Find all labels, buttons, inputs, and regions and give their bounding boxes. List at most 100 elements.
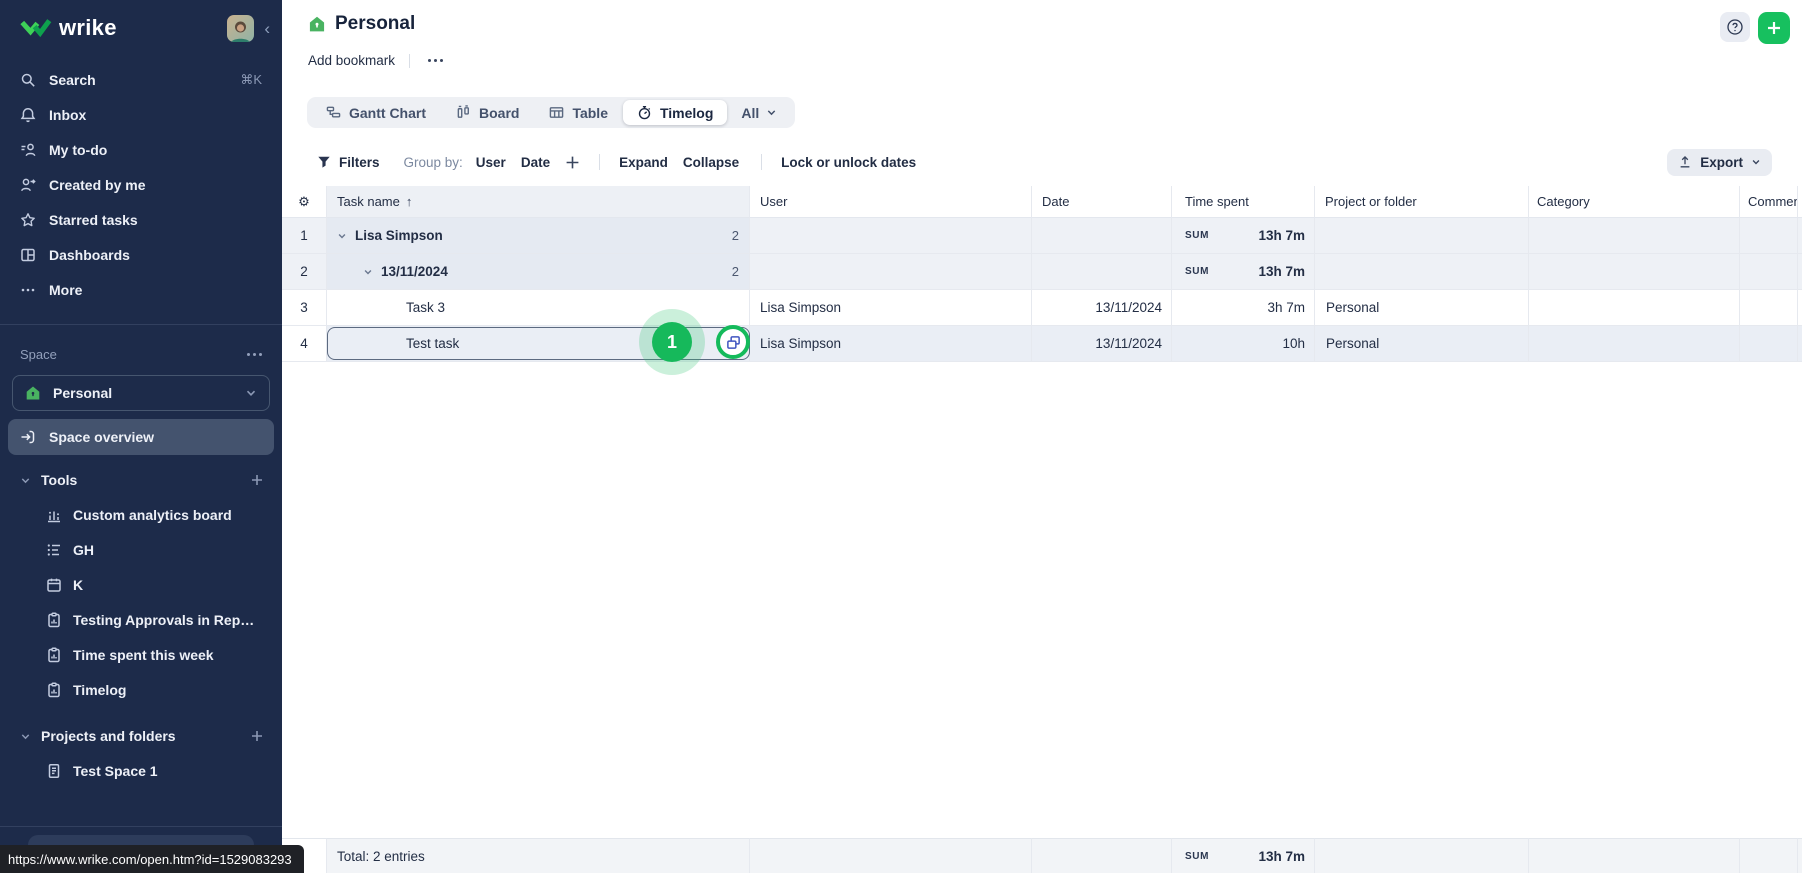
top-actions <box>1720 12 1790 44</box>
cell-category[interactable] <box>1529 290 1740 326</box>
cell-date[interactable]: 13/11/2024 <box>1032 290 1172 326</box>
cell-project[interactable] <box>1315 218 1529 254</box>
sidebar-item-label: Space overview <box>49 429 154 445</box>
sidebar-item-test-space-1[interactable]: Test Space 1 <box>0 753 282 788</box>
column-header-category[interactable]: Category <box>1529 186 1740 218</box>
cell-comment[interactable] <box>1740 326 1798 362</box>
cell-project[interactable] <box>1315 254 1529 290</box>
tab-filter-all[interactable]: All <box>727 105 791 121</box>
column-header-date[interactable]: Date <box>1032 186 1172 218</box>
cell-project[interactable]: Personal <box>1315 290 1529 326</box>
tools-section-header[interactable]: Tools <box>0 463 282 497</box>
sidebar-item-k[interactable]: K <box>0 567 282 602</box>
tab-label: Timelog <box>660 105 713 121</box>
export-button[interactable]: Export <box>1667 149 1772 176</box>
column-header-time-spent[interactable]: Time spent <box>1172 186 1315 218</box>
collapse-button[interactable]: Collapse <box>683 155 739 170</box>
space-section-label: Space <box>20 347 57 362</box>
column-header-project[interactable]: Project or folder <box>1315 186 1529 218</box>
cell-user[interactable] <box>750 218 1032 254</box>
cell-category[interactable] <box>1529 218 1740 254</box>
cell-comment[interactable] <box>1740 218 1798 254</box>
column-header-comment[interactable]: Comment <box>1740 186 1798 218</box>
tab-table[interactable]: Table <box>534 97 623 128</box>
add-bookmark-button[interactable]: Add bookmark <box>308 53 395 68</box>
cell-date[interactable] <box>1032 218 1172 254</box>
add-tool-icon[interactable] <box>250 473 264 487</box>
sidebar-item-my-todo[interactable]: My to-do <box>0 132 282 167</box>
report-icon <box>46 682 62 698</box>
sidebar-item-created-by-me[interactable]: Created by me <box>0 167 282 202</box>
projects-section-header[interactable]: Projects and folders <box>0 719 282 753</box>
sidebar-item-dashboards[interactable]: Dashboards <box>0 237 282 272</box>
column-label: Time spent <box>1185 194 1249 209</box>
cell-comment[interactable] <box>1740 254 1798 290</box>
cell-comment[interactable] <box>1740 290 1798 326</box>
expand-button[interactable]: Expand <box>619 155 668 170</box>
header-more-icon[interactable] <box>424 55 447 66</box>
cell-time[interactable]: 10h <box>1172 326 1315 362</box>
cell-date[interactable]: 13/11/2024 <box>1032 326 1172 362</box>
projects-section-label: Projects and folders <box>41 728 176 744</box>
sidebar-item-inbox[interactable]: Inbox <box>0 97 282 132</box>
group-by-date-button[interactable]: Date <box>521 155 550 170</box>
table-settings-button[interactable]: ⚙ <box>282 186 327 218</box>
export-label: Export <box>1700 155 1743 170</box>
sidebar-item-starred-tasks[interactable]: Starred tasks <box>0 202 282 237</box>
group-cell-user[interactable]: Lisa Simpson 2 <box>327 218 750 254</box>
cell-project[interactable]: Personal <box>1315 326 1529 362</box>
user-avatar[interactable] <box>227 15 254 42</box>
column-label: Comment <box>1748 194 1798 209</box>
sidebar-item-gh[interactable]: GH <box>0 532 282 567</box>
space-selector[interactable]: Personal <box>12 375 270 411</box>
space-more-icon[interactable] <box>247 353 262 356</box>
tab-timelog[interactable]: Timelog <box>623 100 727 125</box>
bookmark-row: Add bookmark <box>308 53 447 68</box>
table-row-task-3[interactable]: 3 Task 3 Lisa Simpson 13/11/2024 3h 7m P… <box>282 290 1802 326</box>
cell-category[interactable] <box>1529 254 1740 290</box>
tab-board[interactable]: Board <box>441 97 534 128</box>
sidebar-item-custom-analytics-board[interactable]: Custom analytics board <box>0 497 282 532</box>
stopwatch-icon <box>637 105 652 120</box>
cell-date[interactable] <box>1032 254 1172 290</box>
column-header-task-name[interactable]: Task name ↑ <box>327 186 750 218</box>
table-row-group-user[interactable]: 1 Lisa Simpson 2 SUM 13h 7m <box>282 218 1802 254</box>
sidebar-item-space-overview[interactable]: Space overview <box>8 419 274 455</box>
lock-unlock-dates-button[interactable]: Lock or unlock dates <box>781 155 916 170</box>
wrike-logo[interactable]: wrike <box>20 15 117 41</box>
cell-user[interactable]: Lisa Simpson <box>750 326 1032 362</box>
cell-user[interactable]: Lisa Simpson <box>750 290 1032 326</box>
table-row-group-date[interactable]: 2 13/11/2024 2 SUM 13h 7m <box>282 254 1802 290</box>
cell-category[interactable] <box>1529 326 1740 362</box>
group-by-user-button[interactable]: User <box>476 155 506 170</box>
task-name: Test task <box>406 336 459 351</box>
sidebar-item-timelog[interactable]: Timelog <box>0 672 282 707</box>
sidebar-item-testing-approvals[interactable]: Testing Approvals in Rep… <box>0 602 282 637</box>
sidebar-collapse-icon[interactable]: ‹ <box>264 20 270 37</box>
tab-gantt-chart[interactable]: Gantt Chart <box>311 97 441 128</box>
filters-button[interactable]: Filters <box>317 155 380 170</box>
column-header-user[interactable]: User <box>750 186 1032 218</box>
sidebar-item-search[interactable]: Search ⌘K <box>0 62 282 97</box>
cell-time[interactable]: 3h 7m <box>1172 290 1315 326</box>
divider <box>599 154 600 170</box>
column-label: User <box>760 194 787 209</box>
sidebar-item-more[interactable]: More <box>0 272 282 307</box>
chevron-down-icon[interactable] <box>337 231 347 241</box>
group-name: Lisa Simpson <box>355 228 443 243</box>
add-grouping-icon[interactable] <box>565 155 580 170</box>
sidebar-item-time-spent-this-week[interactable]: Time spent this week <box>0 637 282 672</box>
cell-user[interactable] <box>750 254 1032 290</box>
open-in-new-window-button[interactable] <box>716 325 750 359</box>
project-name: Personal <box>1326 336 1379 351</box>
main-content: Personal Add bookmark Gantt Chart <box>282 0 1802 873</box>
group-cell-date[interactable]: 13/11/2024 2 <box>327 254 750 290</box>
create-new-button[interactable] <box>1758 12 1790 44</box>
footer-comment <box>1740 838 1798 873</box>
chevron-down-icon[interactable] <box>363 267 373 277</box>
help-button[interactable] <box>1720 12 1750 42</box>
board-icon <box>456 105 471 120</box>
sidebar-item-label: More <box>49 282 82 298</box>
add-project-icon[interactable] <box>250 729 264 743</box>
table-row-test-task[interactable]: 4 Test task Lisa Simpson 13/11/2024 10h … <box>282 326 1802 362</box>
